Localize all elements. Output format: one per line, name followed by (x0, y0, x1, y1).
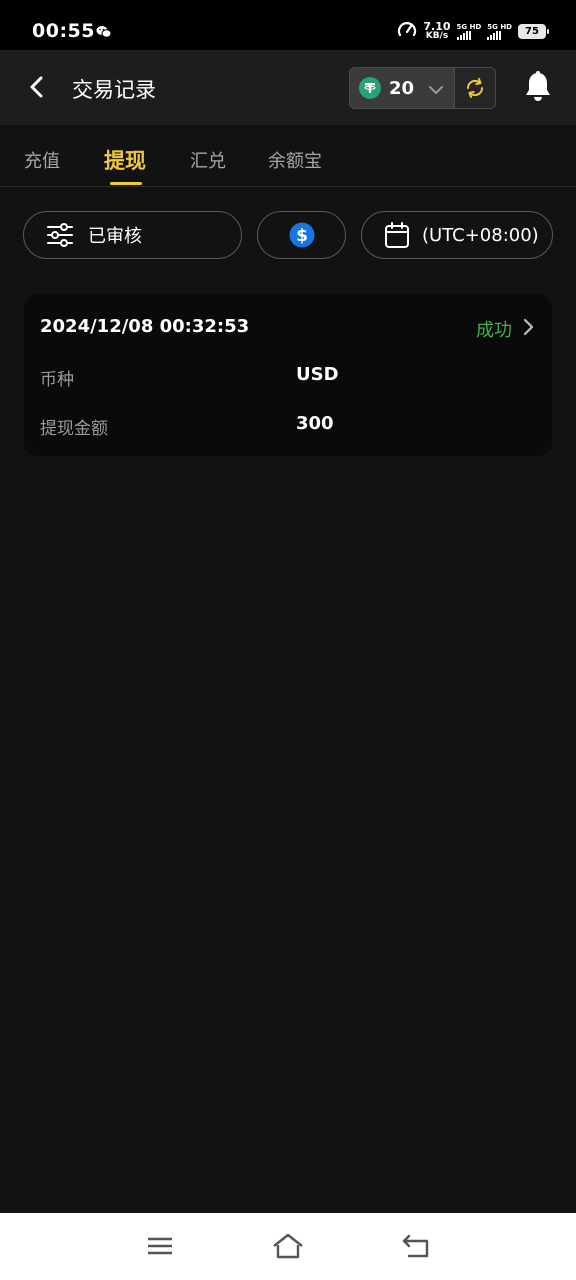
net-speed: 7.10 KB/s (423, 21, 450, 41)
status-indicators: 7.10 KB/s 5G HD 5G HD 75 (397, 20, 549, 42)
tab-withdraw[interactable]: 提现 (104, 145, 146, 175)
tab-yuebao[interactable]: 余额宝 (268, 147, 322, 173)
balance-selector[interactable]: 20 (349, 67, 496, 109)
chevron-left-icon (30, 76, 43, 98)
sim1-label: 5G HD (456, 22, 482, 31)
speedometer-icon (397, 20, 417, 42)
status-time: 00:55 (32, 20, 95, 42)
status-bar: 00:55 7.10 KB/s 5G HD 5G HD 75 (0, 0, 576, 50)
net-speed-unit: KB/s (425, 31, 449, 41)
currency-label: 币种 (40, 370, 74, 390)
refresh-icon (466, 78, 484, 98)
currency-filter[interactable]: $ (257, 211, 346, 259)
refresh-button[interactable] (454, 68, 495, 108)
status-filter-label: 已审核 (88, 226, 142, 247)
calendar-icon (384, 221, 410, 249)
svg-text:$: $ (296, 226, 308, 246)
status-filter[interactable]: 已审核 (23, 211, 242, 259)
amount-label: 提现金额 (40, 419, 108, 439)
dollar-icon: $ (289, 222, 315, 248)
page-title: 交易记录 (72, 78, 156, 102)
signal-bars-icon (456, 30, 471, 40)
home-button[interactable] (271, 1231, 305, 1261)
bell-icon (526, 71, 550, 101)
home-icon (273, 1233, 303, 1259)
usdt-icon (359, 77, 381, 99)
wechat-icon (96, 24, 112, 43)
notification-button[interactable] (522, 70, 554, 104)
menu-icon (148, 1237, 172, 1255)
sim2-label: 5G HD (487, 22, 512, 31)
menu-button[interactable] (143, 1231, 177, 1261)
system-nav-bar (0, 1213, 576, 1280)
back-nav-button[interactable] (399, 1231, 433, 1261)
coin-selector[interactable]: 20 (350, 68, 454, 108)
date-filter[interactable]: (UTC+08:00) (361, 211, 553, 259)
app-header: 交易记录 20 (0, 50, 576, 125)
tab-deposit[interactable]: 充值 (24, 147, 60, 173)
sim1-signal: 5G HD (456, 22, 482, 40)
amount-value: 300 (296, 413, 334, 434)
return-icon (402, 1234, 429, 1258)
timezone-label: (UTC+08:00) (422, 224, 539, 246)
sim2-signal: 5G HD (487, 23, 512, 40)
chevron-right-icon[interactable] (522, 318, 534, 340)
active-tab-indicator (110, 182, 142, 185)
tab-exchange[interactable]: 汇兑 (190, 147, 226, 173)
record-status: 成功 (476, 320, 512, 341)
record-datetime: 2024/12/08 00:32:53 (40, 316, 250, 337)
transaction-record-card[interactable]: 2024/12/08 00:32:53 成功 币种 USD 提现金额 300 (24, 294, 552, 456)
signal-bars-icon (487, 30, 502, 40)
chevron-down-icon (428, 81, 444, 100)
currency-value: USD (296, 364, 339, 385)
sliders-icon (46, 222, 74, 248)
back-button[interactable] (22, 72, 50, 102)
tab-bar: 充值 提现 汇兑 余额宝 (0, 125, 576, 187)
battery-icon: 75 (518, 23, 549, 39)
balance-value: 20 (389, 77, 415, 99)
